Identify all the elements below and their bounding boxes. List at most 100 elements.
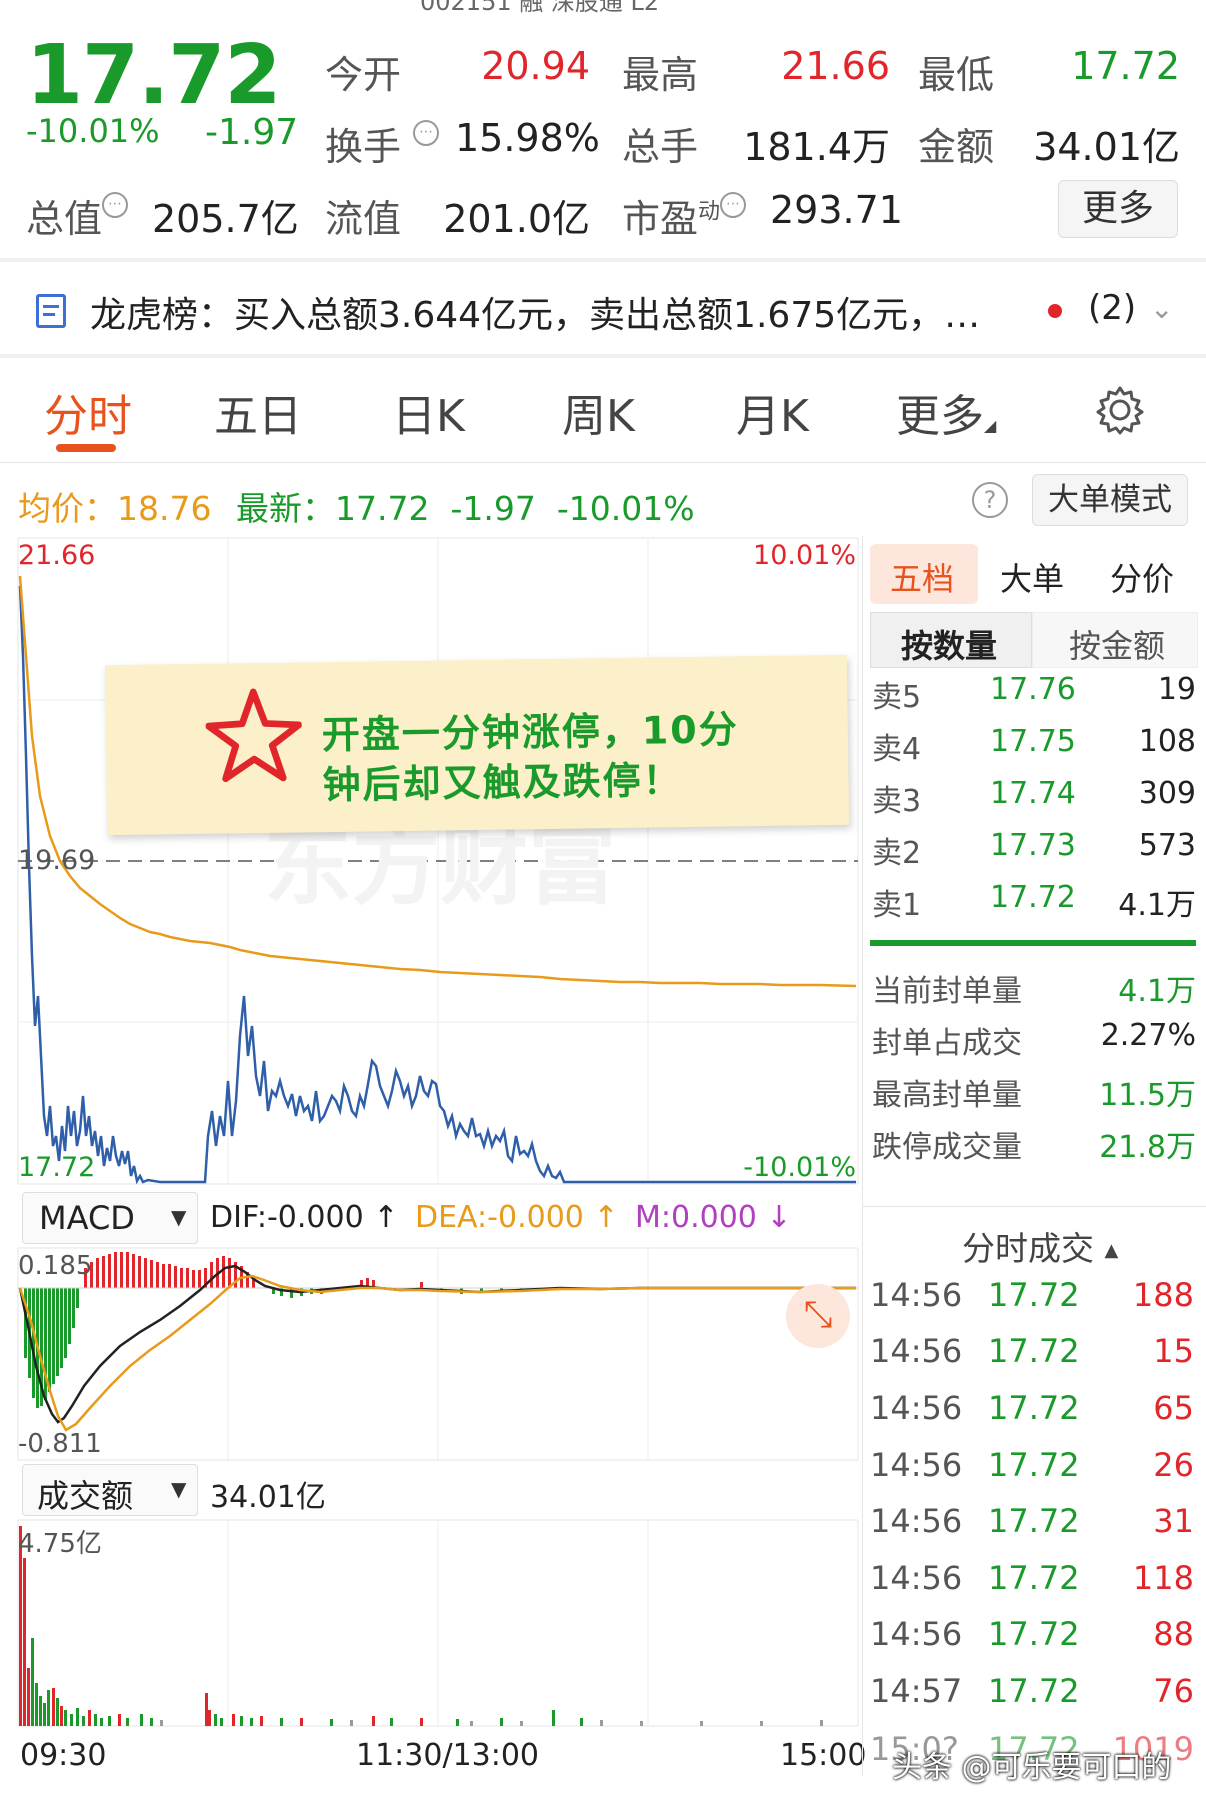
dragon-tiger-count: (2) [1088,288,1137,328]
subtab-by-quantity[interactable]: 按数量 [870,612,1032,668]
side-panel-divider [862,536,863,1776]
macd-dea: DEA:-0.000 ↑ [415,1200,619,1235]
tab-weekly-k[interactable]: 周K [562,380,635,444]
macd-top-label: 0.185 [18,1251,92,1281]
tab-daily-k[interactable]: 日K [392,380,465,444]
mktcap-value: 205.7亿 [152,197,299,241]
volume-chart[interactable]: 4.75亿 [0,1518,862,1728]
footer-watermark: 头条 @可乐要可口的 [892,1750,1172,1785]
side-tab-price-dist[interactable]: 分价 [1110,554,1174,600]
trade-row: 14:56 17.72 88 [870,1615,1194,1653]
big-order-mode-button[interactable]: 大单模式 [1032,474,1188,526]
turnover-label: 换手 ⋯ [325,116,440,171]
trade-row: 14:56 17.72 188 [870,1276,1194,1314]
open-value: 20.94 [481,44,590,88]
orderbook-row: 卖4 17.75 108 [872,724,1196,767]
chart-top-right-label: 10.01% [753,540,856,571]
trade-row: 14:56 17.72 118 [870,1559,1194,1597]
latest-price: 最新：17.72 -1.97 -10.01% [236,489,695,528]
subtab-by-amount[interactable]: 按金额 [1032,612,1198,668]
change-percent: -10.01% [26,112,160,150]
tab-monthly-k[interactable]: 月K [736,380,809,444]
chart-top-left-label: 21.66 [18,540,95,571]
high-value: 21.66 [781,44,890,88]
volume-max-label: 4.75亿 [18,1529,102,1559]
tab-intraday[interactable]: 分时 [44,380,132,444]
info-icon[interactable]: ⋯ [413,120,440,146]
side-tab-order-book[interactable]: 五档 [870,544,978,604]
time-axis-end: 15:00 [780,1738,867,1773]
info-icon[interactable]: ⋯ [720,192,747,218]
sticky-note-line-2: 钟后却又触及跌停！ [322,758,683,808]
macd-selector[interactable]: MACD ▼ [22,1192,198,1244]
trade-row: 14:57 17.72 76 [870,1672,1194,1710]
volume-selector[interactable]: 成交额 ▼ [22,1464,198,1516]
seal-stat-row: 最高封单量 11.5万 [872,1078,1196,1113]
tab-more[interactable]: 更多◢ [896,380,996,444]
info-icon[interactable]: ⋯ [102,192,129,218]
dragon-tiger-row[interactable]: 龙虎榜：买入总额3.644亿元，卖出总额1.675亿元，… (2) ⌄ [0,262,1206,354]
macd-bottom-label: -0.811 [18,1429,102,1459]
trade-row: 14:56 17.72 26 [870,1446,1194,1484]
avg-price: 均价：18.76 [18,489,212,528]
open-label: 今开 [325,53,402,97]
tab-five-day[interactable]: 五日 [214,380,302,444]
orderbook-row: 卖3 17.74 309 [872,776,1196,819]
volume-label: 总手 [622,125,699,169]
sort-up-icon: ▲ [1104,1240,1119,1261]
intraday-price-chart[interactable]: 东方财富 21.66 10.01% 19.69 17.72 -10.01% [0,536,862,1186]
seal-stat-row: 封单占成交 2.27% [872,1018,1196,1061]
red-dot-icon [1048,304,1062,318]
orderbook-row: 卖2 17.73 573 [872,828,1196,871]
expand-chart-icon[interactable]: ⤡ [786,1284,850,1348]
macd-m: M:0.000 ↓ [635,1200,792,1235]
trade-row: 14:56 17.72 15 [870,1332,1194,1370]
trade-row: 14:56 17.72 31 [870,1502,1194,1540]
dropdown-arrow-icon: ▼ [171,1477,187,1501]
macd-histogram-up [84,1252,423,1288]
sticky-note: 开盘一分钟涨停，10分 钟后却又触及跌停！ [104,654,850,836]
macd-dif: DIF:-0.000 ↑ [210,1200,399,1235]
turnover-value: 15.98% [455,116,600,160]
current-price: 17.72 [26,28,281,123]
orderbook-divider [870,940,1196,946]
active-tab-indicator [56,444,116,452]
pe-value: 293.71 [770,188,903,232]
volume-bars-green [31,1638,583,1726]
divider [0,462,1206,463]
orderbook-row: 卖1 17.72 4.1万 [872,880,1196,923]
more-button[interactable]: 更多 [1058,180,1178,238]
trade-row: 14:56 17.72 65 [870,1389,1194,1427]
time-axis-mid: 11:30/13:00 [356,1738,540,1773]
low-label: 最低 [918,53,995,97]
amount-value: 34.01亿 [1033,125,1180,169]
pe-label: 市盈动 ⋯ [622,188,747,243]
amount-label: 金额 [918,125,995,169]
volume-value: 181.4万 [743,125,890,169]
high-label: 最高 [622,53,699,97]
divider [862,1206,1206,1207]
side-tab-big-order[interactable]: 大单 [1000,554,1064,600]
trades-header[interactable]: 分时成交 ▲ [962,1222,1118,1270]
float-value: 201.0亿 [443,197,590,241]
star-icon [205,686,303,787]
chart-bottom-left-label: 17.72 [18,1152,95,1183]
seal-stat-row: 当前封单量 4.1万 [872,974,1196,1009]
chevron-down-icon[interactable]: ⌄ [1150,292,1173,325]
low-value: 17.72 [1071,44,1180,88]
orderbook-row: 卖5 17.76 19 [872,672,1196,715]
seal-stat-row: 跌停成交量 21.8万 [872,1130,1196,1165]
chart-mid-left-label: 19.69 [18,845,95,876]
mktcap-label: 总值 ⋯ [26,188,129,243]
macd-chart[interactable]: 0.185 -0.811 [0,1246,862,1462]
time-axis-start: 09:30 [20,1738,107,1773]
volume-total: 34.01亿 [210,1480,326,1515]
macd-histogram-down [24,1288,523,1408]
dropdown-arrow-icon: ▼ [171,1205,187,1229]
document-icon [36,294,66,328]
help-icon[interactable]: ? [972,482,1008,518]
settings-gear-icon[interactable] [1094,384,1146,440]
change-amount: -1.97 [205,112,299,153]
divider [0,354,1206,358]
float-label: 流值 [325,197,402,241]
